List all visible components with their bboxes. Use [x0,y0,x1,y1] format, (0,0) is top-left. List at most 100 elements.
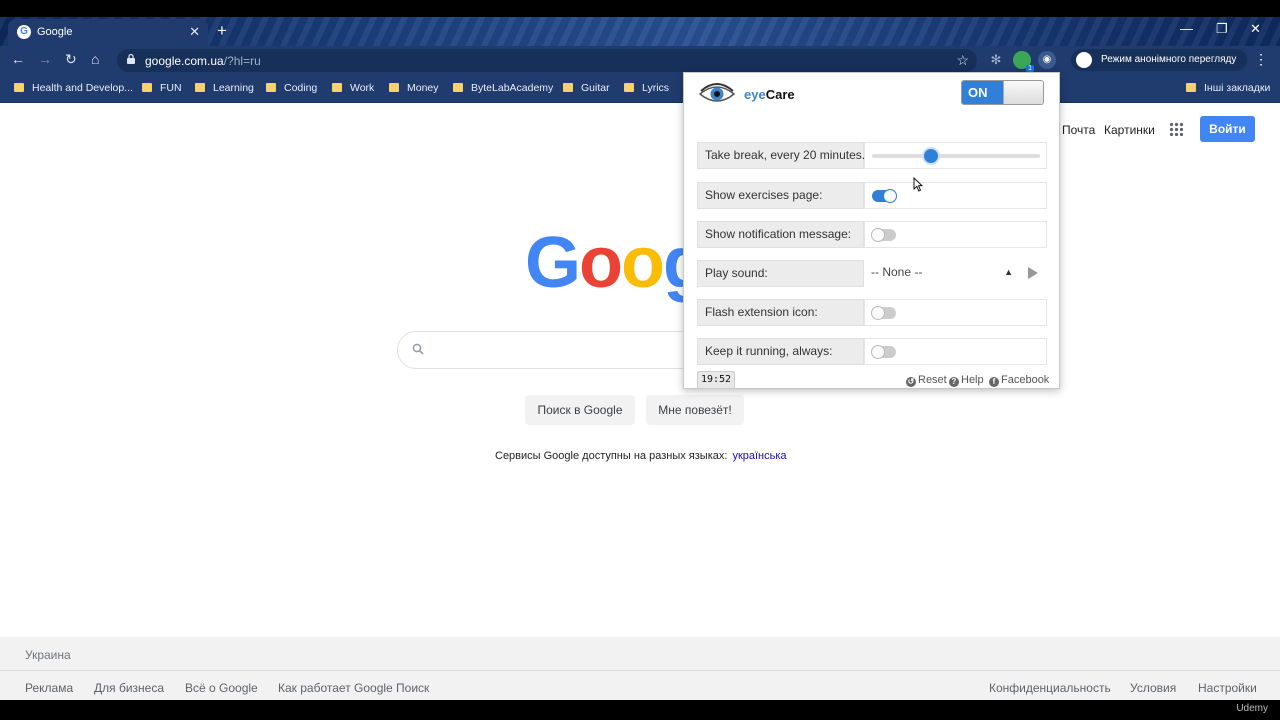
bookmark-lyrics[interactable]: Lyrics [624,82,669,94]
folder-icon [14,83,24,92]
facebook-label: Facebook [1001,374,1050,386]
lucky-button[interactable]: Мне повезёт! [646,395,744,425]
notification-toggle[interactable] [871,228,896,242]
bookmark-learning[interactable]: Learning [195,82,254,94]
images-link[interactable]: Картинки [1104,123,1155,137]
exercises-row: Show exercises page: [697,182,1047,209]
facebook-icon: f [989,377,999,387]
footer-link-business[interactable]: Для бизнеса [94,681,164,695]
break-row: Take break, every 20 minutes. [697,142,1047,169]
bookmark-label: FUN [160,82,182,94]
mail-link[interactable]: Почта [1062,123,1095,137]
bookmark-label: Money [407,82,439,94]
slider-thumb[interactable] [923,149,938,163]
folder-icon [624,83,634,92]
udemy-watermark: Udemy [1236,703,1268,714]
eyecare-title: eyeCare [744,87,795,102]
toggle-knob [871,345,885,359]
reload-icon[interactable]: ↻ [65,51,77,68]
language-link[interactable]: українська [732,450,786,462]
minimize-icon[interactable]: — [1180,21,1193,36]
forward-icon[interactable]: → [38,51,52,67]
restore-icon[interactable]: ❐ [1216,21,1228,37]
eyecare-popup: eyeCare ON Take break, every 20 minutes.… [683,72,1060,389]
footer: Украина Реклама Для бизнеса Всё о Google… [0,637,1280,700]
tab-google[interactable]: G Google ✕ [8,19,208,46]
languages-line: Сервисы Google доступны на разных языках… [495,450,787,462]
sound-label: Play sound: [697,260,864,287]
lock-icon [127,54,135,64]
bookmark-guitar[interactable]: Guitar [563,82,610,94]
google-search-button[interactable]: Поиск в Google [525,395,635,425]
new-tab-button[interactable]: + [217,21,227,41]
keep-running-control [864,338,1047,365]
green-extension-icon[interactable]: 1 [1013,51,1034,72]
footer-link-ads[interactable]: Реклама [25,681,73,695]
eyecare-extension-icon[interactable]: ◉ [1038,51,1056,69]
folder-icon [195,83,205,92]
footer-link-about[interactable]: Всё о Google [185,681,258,695]
footer-country: Украина [25,648,71,662]
bookmark-coding[interactable]: Coding [266,82,317,94]
footer-link-terms[interactable]: Условия [1130,681,1176,695]
bookmark-label: Learning [213,82,254,94]
address-bar[interactable]: google.com.ua/?hl=ru ☆ [117,49,977,72]
folder-icon [453,83,463,92]
bookmark-label: Guitar [581,82,610,94]
facebook-link[interactable]: f Facebook [989,374,1049,387]
eye-logo-icon [698,83,736,102]
footer-link-settings[interactable]: Настройки [1198,681,1257,695]
toggle-knob [871,228,885,242]
exercises-label: Show exercises page: [697,182,864,209]
play-sound-icon[interactable] [1028,267,1038,279]
keep-running-toggle[interactable] [871,345,896,359]
back-icon[interactable]: ← [11,51,25,67]
puzzle-extension-icon[interactable]: ✻ [987,51,1005,69]
break-slider[interactable] [864,142,1047,169]
url-text: google.com.ua/?hl=ru [145,54,261,68]
exercises-toggle[interactable] [872,189,897,203]
google-favicon-icon: G [17,25,31,39]
google-logo: Goog [525,222,707,304]
bookmarks-bar: Health and Develop... FUN Learning Codin… [0,75,1280,103]
flash-label: Flash extension icon: [697,299,864,326]
flash-toggle[interactable] [871,306,896,320]
languages-text: Сервисы Google доступны на разных языках… [495,450,728,462]
sound-select[interactable]: -- None -- ▲ [864,260,1021,285]
apps-grid-icon[interactable] [1169,122,1183,136]
search-icon [412,343,424,355]
bookmark-money[interactable]: Money [389,82,439,94]
home-icon[interactable]: ⌂ [91,51,99,67]
reset-link[interactable]: ↺ Reset [906,374,947,387]
footer-link-privacy[interactable]: Конфиденциальность [989,681,1111,695]
logo-letter: G [525,223,581,303]
bookmark-fun[interactable]: FUN [142,82,182,94]
sound-control: -- None -- ▲ [864,260,1047,287]
countdown-clock: 19:52 [697,371,735,389]
break-label: Take break, every 20 minutes. [697,142,865,169]
help-link[interactable]: ? Help [949,374,984,387]
tab-close-icon[interactable]: ✕ [189,24,200,40]
signin-button[interactable]: Войти [1200,116,1255,142]
power-toggle[interactable]: ON [961,80,1044,105]
bookmark-work[interactable]: Work [332,82,374,94]
bookmark-health[interactable]: Health and Develop... [14,82,133,94]
incognito-indicator[interactable]: Режим анонімного перегляду [1071,49,1247,71]
notification-label: Show notification message: [697,221,864,248]
bookmark-star-icon[interactable]: ☆ [956,52,969,69]
bookmark-other[interactable]: Інші закладки [1186,82,1270,94]
keep-running-label: Keep it running, always: [697,338,864,365]
exercises-control [864,182,1047,209]
bookmark-label: Health and Develop... [32,82,133,94]
close-window-icon[interactable]: ✕ [1250,21,1261,37]
footer-divider [0,670,1280,671]
help-label: Help [961,374,984,386]
bookmark-bytelabacademy[interactable]: ByteLabAcademy [453,82,553,94]
url-host: google.com.ua [145,54,224,68]
bookmark-label: Work [350,82,375,94]
bookmark-label: Coding [284,82,318,94]
slider-track [872,149,1040,163]
footer-link-how-search-works[interactable]: Как работает Google Поиск [278,681,429,695]
browser-menu-icon[interactable]: ⋮ [1254,51,1268,68]
logo-letter: o [621,223,665,303]
